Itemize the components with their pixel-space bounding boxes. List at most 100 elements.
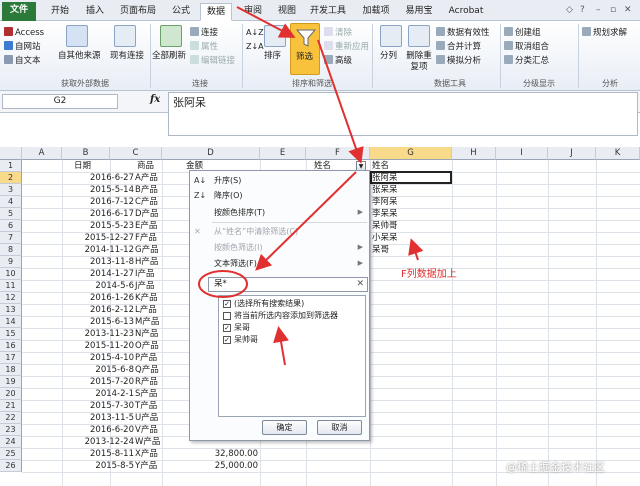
- product-cell[interactable]: A产品: [135, 172, 158, 184]
- amount-cell[interactable]: 32,800.00: [186, 448, 258, 460]
- row-header[interactable]: 17: [0, 352, 22, 364]
- row-header[interactable]: 11: [0, 280, 22, 292]
- what-if-button[interactable]: 模拟分析: [436, 55, 481, 67]
- checkbox-add-to-filter[interactable]: [223, 312, 231, 320]
- tab-developer[interactable]: 开发工具: [306, 3, 350, 21]
- date-cell[interactable]: 2015-5-23: [62, 220, 134, 232]
- filter-button[interactable]: 筛选: [290, 23, 320, 75]
- tab-review[interactable]: 审阅: [236, 3, 270, 21]
- group-button[interactable]: 创建组: [504, 27, 541, 39]
- row-header[interactable]: 3: [0, 184, 22, 196]
- select-all-corner[interactable]: [0, 147, 22, 160]
- consolidate-button[interactable]: 合并计算: [436, 41, 481, 53]
- clear-filter-button[interactable]: 清除: [324, 27, 352, 39]
- row-header[interactable]: 10: [0, 268, 22, 280]
- row-header[interactable]: 15: [0, 328, 22, 340]
- tab-home[interactable]: 开始: [44, 3, 76, 21]
- date-cell[interactable]: 2016-6-20: [62, 424, 134, 436]
- checkbox-dai-ge[interactable]: ✓: [223, 324, 231, 332]
- row-header[interactable]: 20: [0, 388, 22, 400]
- product-cell[interactable]: X产品: [135, 448, 158, 460]
- checkbox-select-all-results[interactable]: ✓: [223, 300, 231, 308]
- row-header[interactable]: 25: [0, 448, 22, 460]
- product-cell[interactable]: R产品: [135, 376, 158, 388]
- product-cell[interactable]: N产品: [135, 328, 158, 340]
- date-cell[interactable]: 2014-11-12: [62, 244, 134, 256]
- menu-text-filters[interactable]: 文本筛选(F): [214, 259, 257, 269]
- tab-acrobat[interactable]: Acrobat: [444, 3, 488, 21]
- row-header[interactable]: 5: [0, 208, 22, 220]
- date-cell[interactable]: 2015-6-8: [62, 364, 134, 376]
- row-header[interactable]: 24: [0, 436, 22, 448]
- ok-button[interactable]: 确定: [262, 420, 307, 435]
- date-cell[interactable]: 2015-8-5: [62, 460, 134, 472]
- date-cell[interactable]: 2015-6-13: [62, 316, 134, 328]
- date-cell[interactable]: 2015-8-11: [62, 448, 134, 460]
- help-icon[interactable]: ◇: [566, 5, 573, 15]
- date-cell[interactable]: 2015-5-14: [62, 184, 134, 196]
- menu-filter-by-color[interactable]: 按颜色筛选(I): [214, 243, 263, 253]
- row-header[interactable]: 1: [0, 160, 22, 172]
- sort-button[interactable]: 排序: [264, 51, 281, 62]
- text-to-columns-button[interactable]: 分列: [380, 51, 397, 62]
- column-header-e[interactable]: E: [260, 147, 306, 160]
- date-cell[interactable]: 2013-12-24: [62, 436, 134, 448]
- product-cell[interactable]: V产品: [135, 424, 158, 436]
- tab-addins[interactable]: 加载项: [356, 3, 396, 21]
- product-cell[interactable]: U产品: [135, 412, 158, 424]
- header-date[interactable]: 日期: [74, 160, 91, 172]
- product-cell[interactable]: H产品: [135, 256, 158, 268]
- date-cell[interactable]: 2016-6-17: [62, 208, 134, 220]
- date-cell[interactable]: 2015-7-30: [62, 400, 134, 412]
- refresh-all-button[interactable]: 全部刷新: [152, 51, 186, 62]
- date-cell[interactable]: 2015-11-20: [62, 340, 134, 352]
- product-cell[interactable]: I产品: [135, 268, 155, 280]
- row-header[interactable]: 4: [0, 196, 22, 208]
- fx-icon[interactable]: fx: [150, 94, 160, 105]
- product-cell[interactable]: T产品: [135, 400, 157, 412]
- column-header-g[interactable]: G: [370, 147, 452, 160]
- row-header[interactable]: 9: [0, 256, 22, 268]
- product-cell[interactable]: O产品: [135, 340, 159, 352]
- column-header-j[interactable]: J: [548, 147, 596, 160]
- advanced-filter-button[interactable]: 高级: [324, 55, 352, 67]
- row-header[interactable]: 22: [0, 412, 22, 424]
- from-access-button[interactable]: Access: [4, 27, 44, 39]
- data-validation-button[interactable]: 数据有效性: [436, 27, 490, 39]
- subtotal-button[interactable]: 分类汇总: [504, 55, 549, 67]
- from-text-button[interactable]: 自文本: [4, 55, 41, 67]
- date-cell[interactable]: 2016-7-12: [62, 196, 134, 208]
- product-cell[interactable]: W产品: [135, 436, 160, 448]
- tab-insert[interactable]: 插入: [80, 3, 110, 21]
- tab-yiyongbao[interactable]: 易用宝: [400, 3, 438, 21]
- product-cell[interactable]: D产品: [135, 208, 159, 220]
- cancel-button[interactable]: 取消: [317, 420, 362, 435]
- other-sources-button[interactable]: 自其他来源: [58, 51, 101, 62]
- menu-clear-filter[interactable]: 从“姓名”中清除筛选(C): [214, 227, 298, 237]
- question-icon[interactable]: ?: [580, 5, 585, 15]
- row-header[interactable]: 8: [0, 244, 22, 256]
- name-cell[interactable]: 呆哥: [372, 244, 389, 256]
- tab-view[interactable]: 视图: [272, 3, 302, 21]
- tab-data[interactable]: 数据: [200, 3, 232, 21]
- product-cell[interactable]: P产品: [135, 352, 157, 364]
- column-header-h[interactable]: H: [452, 147, 496, 160]
- date-cell[interactable]: 2016-2-12: [62, 304, 134, 316]
- minimize-icon[interactable]: –: [596, 5, 601, 15]
- row-header[interactable]: 2: [0, 172, 22, 184]
- date-cell[interactable]: 2015-12-27: [62, 232, 134, 244]
- product-cell[interactable]: J产品: [135, 280, 155, 292]
- checkbox-dai-shuaige[interactable]: ✓: [223, 336, 231, 344]
- column-header-d[interactable]: D: [162, 147, 260, 160]
- column-header-a[interactable]: A: [22, 147, 62, 160]
- row-header[interactable]: 18: [0, 364, 22, 376]
- date-cell[interactable]: 2013-11-23: [62, 328, 134, 340]
- filter-search-input[interactable]: 呆* ✕: [208, 277, 368, 292]
- menu-sort-descending[interactable]: 降序(O): [214, 191, 243, 201]
- row-header[interactable]: 26: [0, 460, 22, 472]
- sort-az-icon[interactable]: A↓Z: [246, 27, 264, 38]
- column-header-c[interactable]: C: [110, 147, 162, 160]
- row-header[interactable]: 21: [0, 400, 22, 412]
- selected-cell-g2[interactable]: [370, 171, 452, 184]
- name-cell[interactable]: 李阿呆: [372, 196, 398, 208]
